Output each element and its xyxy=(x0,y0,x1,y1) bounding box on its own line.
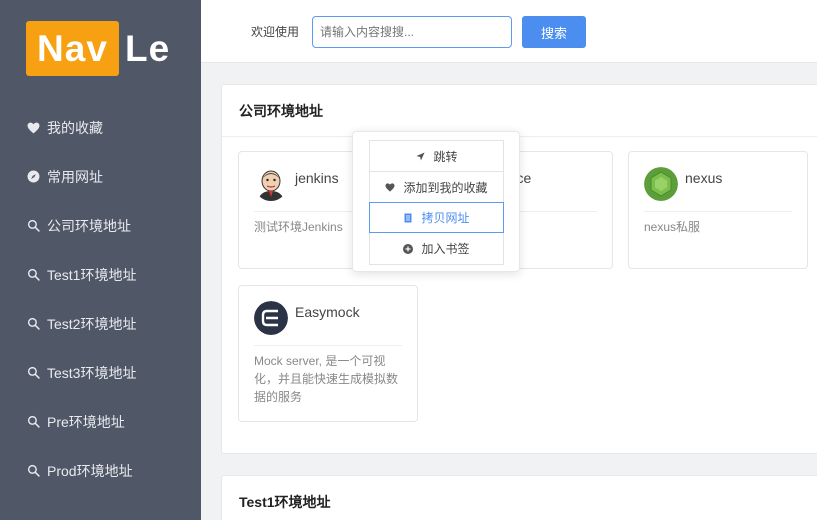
sidebar-item-common[interactable]: 常用网址 xyxy=(0,152,201,201)
top-header: 欢迎使用 搜索 xyxy=(201,0,817,63)
nexus-logo-icon xyxy=(644,167,678,201)
easymock-logo-icon xyxy=(254,301,288,335)
popup-item-label: 加入书签 xyxy=(421,242,470,256)
popup-item-label: 跳转 xyxy=(433,149,458,164)
card-desc: nexus私服 xyxy=(644,220,701,234)
add-circle-icon xyxy=(403,243,414,254)
logo-text: Le xyxy=(125,27,171,69)
section-title: Test1环境地址 xyxy=(239,494,331,510)
search-icon xyxy=(26,317,40,331)
section-title: 公司环境地址 xyxy=(222,85,817,137)
section-test1-env: Test1环境地址 xyxy=(221,475,817,520)
compass-icon xyxy=(26,170,40,184)
sidebar-item-test2[interactable]: Test2环境地址 xyxy=(0,299,201,348)
sidebar-item-favorites[interactable]: 我的收藏 xyxy=(0,103,201,152)
search-icon xyxy=(26,366,40,380)
search-icon xyxy=(26,415,40,429)
sidebar-item-label: Test2环境地址 xyxy=(47,315,137,332)
card-name: Easymock xyxy=(295,304,360,320)
sidebar-item-test1[interactable]: Test1环境地址 xyxy=(0,250,201,299)
popup-item-favorite[interactable]: 添加到我的收藏 xyxy=(370,172,503,203)
welcome-text: 欢迎使用 xyxy=(251,25,300,39)
card-divider xyxy=(254,345,402,346)
card-action-popup: 跳转 添加到我的收藏 拷贝网址 加入书签 xyxy=(352,131,520,272)
search-icon xyxy=(26,268,40,282)
sidebar-item-label: 公司环境地址 xyxy=(47,217,131,234)
popup-menu: 跳转 添加到我的收藏 拷贝网址 加入书签 xyxy=(369,140,504,265)
site-card-nexus[interactable]: nexus nexus私服 xyxy=(628,151,808,269)
heart-icon xyxy=(385,182,395,192)
site-card-easymock[interactable]: Easymock Mock server, 是一个可视化，并且能快速生成模拟数据… xyxy=(238,285,418,422)
popup-item-bookmark[interactable]: 加入书签 xyxy=(370,233,503,264)
sidebar-item-label: 我的收藏 xyxy=(47,119,103,136)
sidebar-item-pre[interactable]: Pre环境地址 xyxy=(0,397,201,446)
logo-mark: Nav xyxy=(26,21,119,76)
search-icon xyxy=(26,464,40,478)
sidebar-item-test3[interactable]: Test3环境地址 xyxy=(0,348,201,397)
popup-item-label: 拷贝网址 xyxy=(421,211,470,225)
sidebar-item-label: 常用网址 xyxy=(47,168,103,185)
card-divider xyxy=(644,211,792,212)
jenkins-logo-icon xyxy=(254,167,288,201)
popup-item-navigate[interactable]: 跳转 xyxy=(370,141,503,172)
search-icon xyxy=(26,219,40,233)
sidebar-item-label: Prod环境地址 xyxy=(47,462,133,479)
card-name: nexus xyxy=(685,170,723,186)
sidebar-item-label: Test3环境地址 xyxy=(47,364,137,381)
popup-item-label: 添加到我的收藏 xyxy=(403,180,488,195)
search-input[interactable] xyxy=(312,16,512,48)
popup-item-copy-url[interactable]: 拷贝网址 xyxy=(369,202,504,233)
sidebar-item-company[interactable]: 公司环境地址 xyxy=(0,201,201,250)
sidebar-item-prod[interactable]: Prod环境地址 xyxy=(0,446,201,495)
card-desc: Mock server, 是一个可视化，并且能快速生成模拟数据的服务 xyxy=(254,354,399,404)
heart-icon xyxy=(26,121,40,135)
sidebar-item-label: Test1环境地址 xyxy=(47,266,137,283)
copy-icon xyxy=(403,213,413,223)
sidebar-nav: 我的收藏 常用网址 公司环境地址 Test1环境地址 Test2环境地址 Tes… xyxy=(0,103,201,495)
search-button[interactable]: 搜索 xyxy=(522,16,586,48)
card-name: jenkins xyxy=(295,170,339,186)
sidebar: Nav Le 我的收藏 常用网址 公司环境地址 Test1环境地址 Test2环… xyxy=(0,0,201,520)
navigate-icon xyxy=(415,151,425,161)
logo[interactable]: Nav Le xyxy=(26,21,170,76)
sidebar-item-label: Pre环境地址 xyxy=(47,413,125,430)
